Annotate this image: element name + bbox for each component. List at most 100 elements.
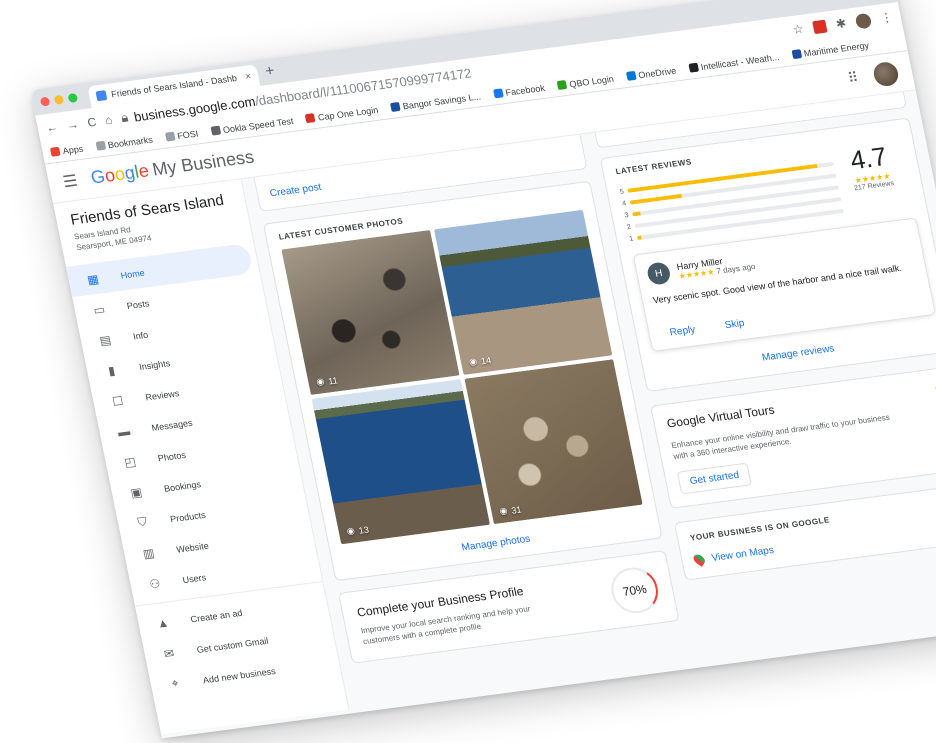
info-icon: ▤	[98, 332, 113, 348]
bookmark-item[interactable]: Cap One Login	[305, 104, 379, 124]
rating-bar-fill	[634, 224, 636, 229]
sidebar-item-label: Insights	[138, 357, 171, 372]
sidebar-item-label: Posts	[125, 297, 151, 311]
bookmark-favicon-icon	[556, 80, 568, 91]
menu-dots-icon[interactable]: ⋮	[879, 10, 894, 25]
manage-reviews-link[interactable]: Manage reviews	[761, 343, 835, 363]
customer-photo[interactable]: ◉ 13	[311, 379, 491, 545]
bookmark-label: FOSI	[176, 128, 200, 141]
lock-icon: 🔒︎	[119, 109, 130, 126]
bookmark-favicon-icon	[688, 62, 699, 73]
rating-summary: 4.7 ★★★★★ 217 Reviews	[831, 139, 914, 217]
sidebar-item-label: Get custom Gmail	[195, 635, 270, 655]
bookmark-favicon-icon	[625, 70, 637, 81]
customer-photo[interactable]: ◉ 14	[434, 209, 613, 375]
bookmark-favicon-icon	[95, 140, 106, 151]
bookmark-item[interactable]: FOSI	[164, 128, 199, 142]
forward-arrow-icon[interactable]: →	[65, 117, 80, 132]
sidebar-item-label: Bookings	[162, 478, 202, 494]
new-tab-button[interactable]: +	[263, 60, 276, 85]
back-arrow-icon[interactable]: ←	[45, 120, 60, 135]
bookmark-favicon-icon	[791, 49, 802, 60]
users-icon: ⚇	[148, 575, 162, 592]
bookmark-item[interactable]: Bookmarks	[95, 134, 154, 151]
profile-icon[interactable]	[854, 12, 873, 29]
photo-grid: ◉ 11 ◉ 14 ◉ 13 ◉ 31	[281, 209, 643, 545]
bookmark-label: Maritime Energy	[802, 39, 870, 59]
manage-photos-link[interactable]: Manage photos	[461, 534, 532, 554]
gmb-favicon-icon	[95, 90, 108, 102]
puzzle-icon[interactable]: ✱	[835, 16, 848, 31]
website-icon: ▥	[141, 545, 156, 561]
sidebar-item-label: Users	[181, 571, 207, 585]
reviewer-avatar: H	[645, 261, 672, 286]
sidebar-item-label: Info	[132, 329, 149, 342]
messages-icon: ▬	[116, 423, 132, 439]
maps-pin-icon	[691, 552, 707, 567]
sidebar-item-label: Website	[175, 540, 210, 555]
view-count: 11	[327, 374, 339, 386]
sidebar-item-label: Messages	[150, 417, 194, 433]
star-level-label: 2	[626, 223, 632, 231]
sidebar-item-label: Home	[119, 267, 146, 281]
sidebar-item-label: Reviews	[144, 387, 181, 402]
sidebar-item-label: Add new business	[201, 665, 277, 685]
star-level-label: 3	[623, 211, 630, 219]
sidebar-item-label: Create an ad	[189, 607, 244, 624]
bookmark-star-icon[interactable]: ☆	[791, 22, 804, 37]
apps-grid-icon[interactable]: ⠿	[846, 69, 860, 87]
rating-bar-fill	[632, 211, 642, 217]
photo-views: ◉ 14	[468, 354, 492, 368]
star-level-label: 5	[619, 187, 625, 196]
maximize-window-button[interactable]	[67, 92, 79, 103]
product-name: My Business	[150, 146, 256, 180]
view-on-maps-link[interactable]: View on Maps	[710, 544, 774, 563]
products-icon: ⛉	[136, 514, 149, 530]
customer-photo[interactable]: ◉ 31	[464, 359, 643, 525]
profile-progress: 70%	[607, 564, 663, 616]
bookmark-label: Bookmarks	[106, 134, 154, 150]
tab-close-icon[interactable]: ×	[244, 71, 252, 83]
reload-icon[interactable]: C	[86, 115, 97, 130]
view-count: 31	[510, 504, 523, 516]
view-count: 14	[479, 354, 492, 366]
bookmark-favicon-icon	[49, 146, 61, 157]
rating-bar-fill	[636, 235, 642, 240]
virtual-tours-card: Google Virtual Tours Enhance your online…	[650, 365, 936, 509]
bookmark-item[interactable]: Facebook	[492, 82, 546, 99]
reply-button[interactable]: Reply	[669, 324, 697, 338]
bookmark-label: Ookla Speed Test	[221, 115, 295, 135]
home-page-icon[interactable]: ⌂	[104, 113, 114, 128]
eye-icon: ◉	[468, 356, 478, 367]
view-count: 13	[357, 524, 370, 536]
gmail-icon: ✉	[162, 645, 176, 661]
account-avatar[interactable]	[871, 60, 901, 88]
bookmark-item[interactable]: OneDrive	[625, 65, 677, 81]
minimize-window-button[interactable]	[53, 94, 65, 105]
eye-icon: ◉	[498, 505, 509, 517]
skip-button[interactable]: Skip	[724, 318, 745, 331]
bookmark-favicon-icon	[492, 88, 504, 99]
extension-icon[interactable]	[811, 19, 828, 34]
customer-photo[interactable]: ◉ 11	[281, 229, 460, 395]
close-window-button[interactable]	[39, 96, 51, 107]
bookmark-favicon-icon	[210, 125, 221, 136]
bookmark-favicon-icon	[389, 101, 401, 112]
photo-views: ◉ 13	[346, 524, 370, 538]
google-wordmark: Google	[88, 160, 151, 188]
eye-icon: ◉	[345, 525, 356, 537]
bookmark-item[interactable]: Apps	[49, 143, 84, 157]
create-post-button[interactable]: Create post	[269, 182, 322, 200]
latest-photos-card: LATEST CUSTOMER PHOTOS ◉ 11 ◉ 14 ◉ 13 ◉ 31 Mana…	[262, 180, 663, 582]
bookmark-item[interactable]: QBO Login	[556, 73, 615, 91]
home-icon: ▦	[85, 271, 100, 287]
sidebar-extra-nav: ▲ Create an ad ✉ Get custom Gmail ⌖ Add new b…	[136, 586, 342, 702]
bookmark-label: Facebook	[504, 82, 546, 98]
location-icon: ⌖	[170, 675, 180, 691]
get-started-button[interactable]: Get started	[676, 462, 753, 495]
bookmark-label: OneDrive	[637, 65, 678, 80]
sidebar-item-label: Photos	[156, 449, 187, 463]
bookmark-label: QBO Login	[568, 73, 615, 89]
hamburger-menu-icon[interactable]: ☰	[61, 170, 79, 192]
insights-icon: ▮	[106, 362, 117, 378]
